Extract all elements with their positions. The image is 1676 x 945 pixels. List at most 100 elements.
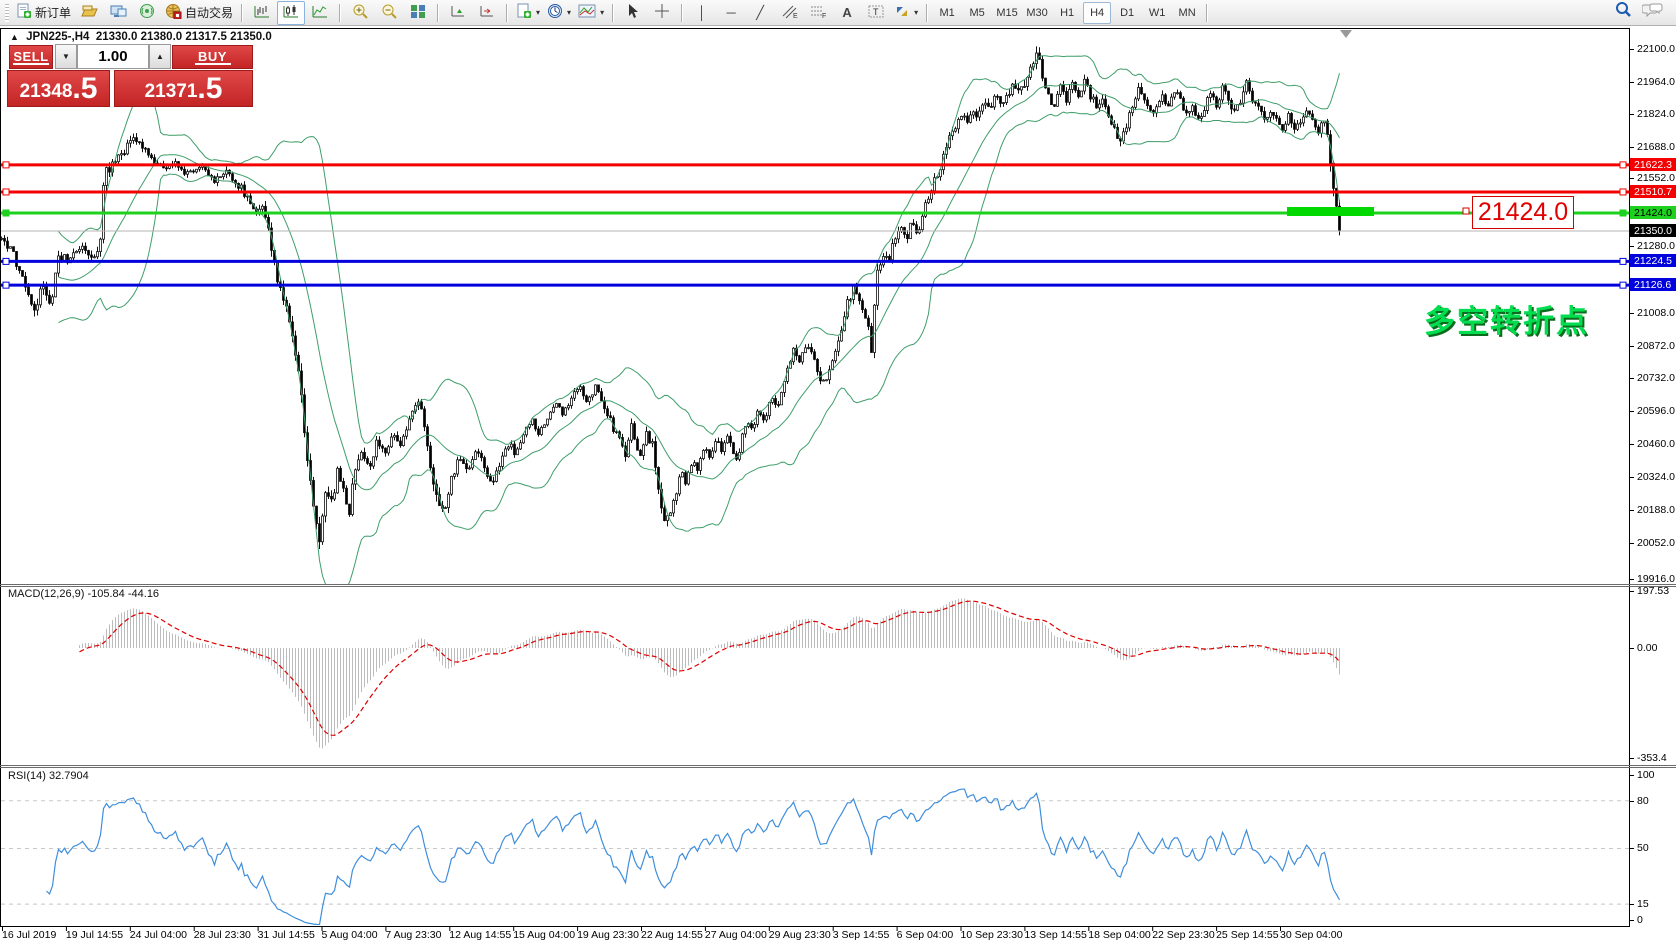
auto-scroll-button[interactable] [444,1,472,25]
caret-up-icon: ▲ [156,52,164,61]
timeframe-button-m1[interactable]: M1 [933,2,961,24]
fibonacci-tool-button[interactable]: F [804,1,832,25]
line-chart-mode-button[interactable] [306,1,334,25]
autotrading-button[interactable]: 自动交易 [162,1,236,25]
time-tick-label: 19 Aug 23:30 [577,929,639,941]
dropdown-caret-icon[interactable]: ▾ [600,8,604,17]
search-icon[interactable] [1614,1,1632,24]
timeframe-button-mn[interactable]: MN [1173,2,1201,24]
sell-price-button[interactable]: 21348.5 [7,70,110,107]
toolbar-right-group [1614,1,1674,24]
text-label-tool-button[interactable]: T [862,1,890,25]
macd-layer [80,598,1340,748]
timeframe-button-h4[interactable]: H4 [1083,2,1111,24]
chart-canvas[interactable] [0,26,1676,945]
time-tick-label: 24 Jul 04:00 [130,929,187,941]
toolbar-separator [926,4,928,22]
timeframe-button-h1[interactable]: H1 [1053,2,1081,24]
chart-info-line: ▲ JPN225-,H4 21330.0 21380.0 21317.5 213… [10,31,272,43]
turning-point-annotation[interactable]: 多空转折点 [1424,296,1589,341]
toolbar-separator [339,4,341,22]
chart-shift-button[interactable] [473,1,501,25]
time-tick-label: 5 Aug 04:00 [322,929,378,941]
timeframe-group: M1M5M15M30H1H4D1W1MN [933,2,1201,24]
ohlc-low: 21317.5 [185,31,227,43]
crosshair-tool-button[interactable] [648,1,676,25]
template-icon [516,3,532,22]
candlestick-icon [283,4,299,22]
indicators-button[interactable]: ▾ [575,1,607,25]
new-template-button[interactable]: ▾ [513,1,543,25]
channel-tool-button[interactable]: E [775,1,803,25]
line-handle [1620,258,1626,264]
time-tick-label: 6 Sep 04:00 [897,929,954,941]
dropdown-caret-icon[interactable]: ▾ [567,8,571,17]
text-icon: A [842,5,851,20]
cursor-tool-button[interactable] [619,1,647,25]
time-tick-label: 19 Jul 14:55 [66,929,123,941]
autotrading-icon [165,3,182,22]
timeframe-button-d1[interactable]: D1 [1113,2,1141,24]
price-annotation-box[interactable]: 21424.0 [1472,196,1574,229]
toolbar-separator [437,4,439,22]
axis-label: 0.00 [1637,642,1657,654]
chart-shift-marker [1340,30,1352,38]
time-tick-label: 22 Sep 23:30 [1152,929,1214,941]
line-handle [3,189,9,195]
macd-signal-line [80,601,1340,735]
time-tick-label: 28 Jul 23:30 [194,929,251,941]
time-tick-label: 15 Aug 04:00 [513,929,575,941]
horizontal-line-tool-button[interactable]: ─ [717,1,745,25]
time-tick-label: 3 Sep 14:55 [833,929,890,941]
chat-icon[interactable] [1642,2,1664,23]
axis-label: 197.53 [1637,585,1669,597]
profile-button[interactable] [104,1,132,25]
candlestick-mode-button[interactable] [277,1,305,25]
timeframe-button-m5[interactable]: M5 [963,2,991,24]
text-tool-button[interactable]: A [833,1,861,25]
axis-label: 20188.0 [1637,504,1675,516]
equidistant-channel-icon: E [781,4,798,22]
time-tick-label: 18 Sep 04:00 [1088,929,1150,941]
timeframe-button-m30[interactable]: M30 [1023,2,1051,24]
signals-button[interactable] [133,1,161,25]
time-tick-label: 12 Aug 14:55 [449,929,511,941]
timeframe-button-m15[interactable]: M15 [993,2,1021,24]
arrows-tool-button[interactable]: ▾ [891,1,921,25]
axis-label: 15 [1637,898,1649,910]
dropdown-caret-icon[interactable]: ▾ [536,8,540,17]
bar-chart-mode-button[interactable] [248,1,276,25]
zoom-out-button[interactable] [375,1,403,25]
buy-button-label: BUY [198,49,227,64]
trendline-icon: ╱ [756,5,764,21]
time-tick-label: 10 Sep 23:30 [961,929,1023,941]
buy-price-button[interactable]: 21371.5 [114,70,253,107]
new-order-button[interactable]: 新订单 [13,1,74,25]
bollinger-middle [59,84,1340,489]
sell-button[interactable]: SELL [9,45,53,69]
charts-button[interactable] [75,1,103,25]
buy-price-frac: .5 [197,75,222,103]
periods-button[interactable]: ▾ [544,1,574,25]
macd-main-value: -105.84 [87,588,124,600]
chart-folder-icon [81,4,98,21]
price-highlight-label: 21350.0 [1630,224,1676,237]
candles-layer [1,46,1341,549]
buy-button[interactable]: BUY [172,45,253,69]
vertical-line-tool-button[interactable]: │ [688,1,716,25]
time-tick-label: 25 Sep 14:55 [1216,929,1278,941]
toolbar-separator [241,4,243,22]
time-axis[interactable]: 16 Jul 201919 Jul 14:5524 Jul 04:0028 Ju… [0,926,1629,945]
time-tick-label: 22 Aug 14:55 [641,929,703,941]
dropdown-caret-icon[interactable]: ▾ [914,8,918,17]
ohlc-close: 21350.0 [230,31,272,43]
trendline-tool-button[interactable]: ╱ [746,1,774,25]
lot-increase-button[interactable]: ▲ [149,44,171,69]
zoom-in-button[interactable] [346,1,374,25]
macd-indicator-label: MACD(12,26,9) -105.84 -44.16 [8,588,159,600]
lot-decrease-button[interactable]: ▼ [55,44,77,69]
lot-size-field[interactable]: 1.00 [77,44,149,69]
timeframe-button-w1[interactable]: W1 [1143,2,1171,24]
tile-windows-button[interactable] [404,1,432,25]
toolbar-grip[interactable] [5,4,9,22]
